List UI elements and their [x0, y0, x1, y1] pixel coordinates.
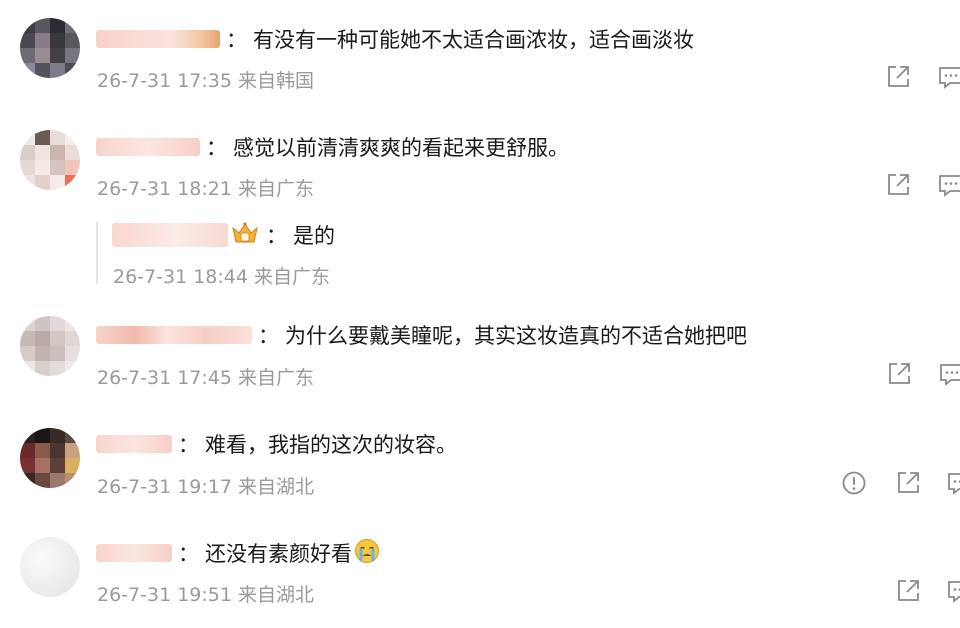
username[interactable]	[96, 435, 172, 453]
comment-text: 为什么要戴美瞳呢，其实这妆造真的不适合她把吧	[285, 324, 747, 348]
report-icon	[842, 471, 866, 495]
share-icon	[888, 66, 909, 87]
username[interactable]	[96, 138, 200, 156]
comment-icon	[939, 67, 960, 89]
location: 来自广东	[238, 178, 315, 200]
reply-divider	[96, 222, 98, 284]
timestamp: 26-7-31 17:45	[97, 367, 232, 389]
separator: ：	[226, 28, 247, 52]
crying-emoji-icon	[354, 538, 380, 569]
comment-meta: 26-7-31 19:51 来自湖北	[97, 580, 314, 607]
comment-text: 有没有一种可能她不太适合画浓妆，适合画淡妆	[253, 28, 694, 52]
separator: ：	[178, 433, 199, 457]
comment-button[interactable]	[946, 577, 960, 605]
share-icon	[898, 472, 919, 493]
reply-meta: 26-7-31 18:44 来自广东	[113, 262, 330, 289]
comment-meta: 26-7-31 18:21 来自广东	[97, 174, 314, 201]
comment-icon	[940, 364, 960, 386]
avatar[interactable]	[20, 130, 80, 190]
location: 来自广东	[238, 367, 315, 389]
comment-button[interactable]	[937, 63, 960, 91]
comment-meta: 26-7-31 19:17 来自湖北	[97, 472, 314, 499]
share-button[interactable]	[894, 577, 922, 605]
comment-icon	[939, 175, 960, 197]
avatar[interactable]	[20, 316, 80, 376]
location: 来自湖北	[238, 476, 315, 498]
comment-button[interactable]	[938, 360, 960, 388]
comment-meta: 26-7-31 17:35 来自韩国	[97, 66, 314, 93]
crown-badge-icon	[230, 220, 260, 251]
share-button[interactable]	[884, 63, 912, 91]
timestamp: 26-7-31 19:51	[97, 584, 232, 606]
share-button[interactable]	[884, 171, 912, 199]
comment-button[interactable]	[937, 171, 960, 199]
comment-meta: 26-7-31 17:45 来自广东	[97, 363, 314, 390]
share-icon	[898, 580, 919, 601]
comment-text: 难看，我指的这次的妆容。	[205, 433, 457, 457]
share-button[interactable]	[885, 360, 913, 388]
avatar[interactable]	[20, 428, 80, 488]
location: 来自湖北	[238, 584, 315, 606]
comment-text: 还没有素颜好看	[205, 542, 352, 566]
reply-line: ： 是的	[112, 220, 335, 250]
share-icon	[889, 363, 910, 384]
comment-icon	[948, 473, 960, 495]
timestamp: 26-7-31 18:21	[97, 178, 232, 200]
report-button[interactable]	[840, 469, 868, 497]
reply-text: 是的	[293, 224, 335, 248]
avatar[interactable]	[20, 18, 80, 78]
separator: ：	[266, 224, 287, 248]
username[interactable]	[96, 326, 252, 344]
share-button[interactable]	[894, 469, 922, 497]
separator: ：	[206, 136, 227, 160]
location: 来自广东	[254, 266, 331, 288]
timestamp: 26-7-31 19:17	[97, 476, 232, 498]
timestamp: 26-7-31 17:35	[97, 70, 232, 92]
location: 来自韩国	[238, 70, 315, 92]
timestamp: 26-7-31 18:44	[113, 266, 248, 288]
share-icon	[888, 174, 909, 195]
comment-text: 感觉以前清清爽爽的看起来更舒服。	[233, 136, 569, 160]
username[interactable]	[96, 30, 220, 48]
username[interactable]	[96, 544, 172, 562]
separator: ：	[258, 324, 279, 348]
comment-icon	[948, 581, 960, 603]
username[interactable]	[112, 223, 228, 247]
comment-button[interactable]	[946, 469, 960, 497]
avatar[interactable]	[20, 537, 80, 597]
separator: ：	[178, 542, 199, 566]
